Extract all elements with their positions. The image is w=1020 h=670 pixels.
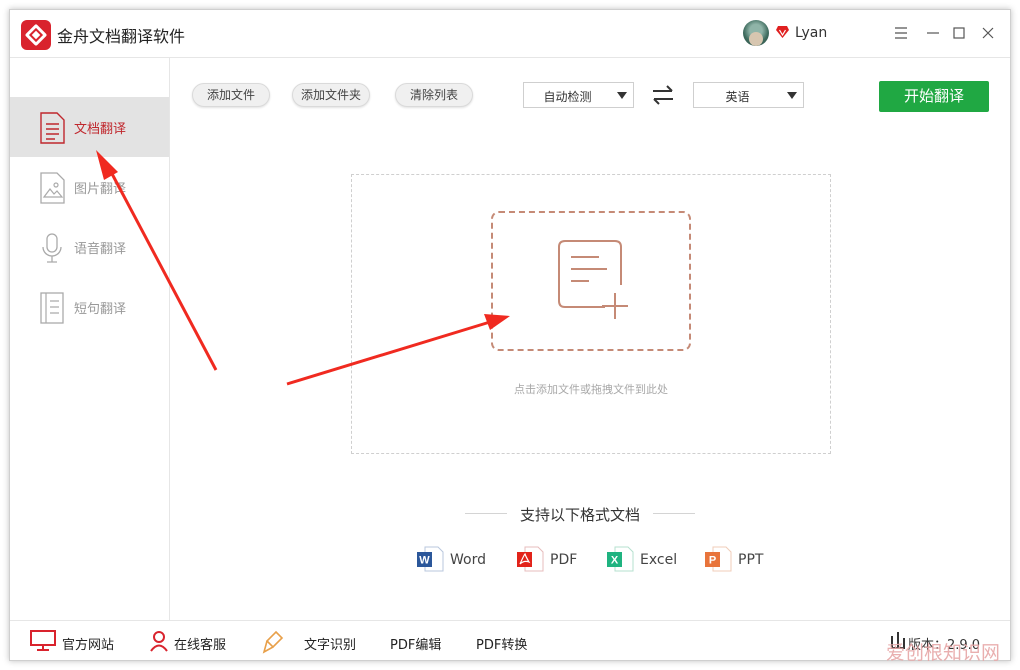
target-language-value: 英语 bbox=[725, 90, 750, 104]
ocr-brush-icon bbox=[262, 630, 284, 654]
app-logo-icon bbox=[21, 20, 51, 50]
sidebar-item-image-translate[interactable]: 图片翻译 bbox=[10, 157, 169, 217]
file-drop-zone[interactable]: 点击添加文件或拖拽文件到此处 bbox=[351, 174, 831, 454]
sentence-icon bbox=[40, 292, 64, 324]
microphone-icon bbox=[42, 233, 62, 263]
source-language-select[interactable]: 自动检测 bbox=[523, 82, 634, 108]
format-label: PDF bbox=[550, 552, 578, 568]
sidebar-item-sentence-translate[interactable]: 短句翻译 bbox=[10, 277, 169, 337]
footer-label: 文字识别 bbox=[304, 638, 357, 653]
sidebar-item-voice-translate[interactable]: 语音翻译 bbox=[10, 217, 169, 277]
svg-text:X: X bbox=[611, 555, 619, 567]
drop-hint-text: 点击添加文件或拖拽文件到此处 bbox=[514, 383, 668, 396]
sidebar-item-label: 图片翻译 bbox=[74, 182, 127, 197]
source-language-value: 自动检测 bbox=[543, 90, 592, 104]
svg-text:W: W bbox=[419, 555, 430, 567]
supported-formats-label: 支持以下格式文档 bbox=[519, 506, 640, 524]
user-avatar[interactable] bbox=[743, 20, 769, 46]
ppt-icon: P bbox=[705, 546, 732, 572]
minimize-icon[interactable] bbox=[922, 22, 944, 44]
chevron-down-icon bbox=[787, 92, 797, 99]
supported-formats-title: 支持以下格式文档 bbox=[465, 503, 695, 524]
svg-text:P: P bbox=[709, 555, 716, 567]
app-title: 金舟文档翻译软件 bbox=[57, 27, 186, 46]
start-translate-button[interactable]: 开始翻译 bbox=[879, 81, 989, 112]
sidebar: 文档翻译 图片翻译 语音翻译 短句翻译 bbox=[10, 58, 170, 620]
format-label: PPT bbox=[738, 552, 764, 568]
chevron-down-icon bbox=[617, 92, 627, 99]
sidebar-item-label: 短句翻译 bbox=[74, 302, 127, 317]
pdf-icon bbox=[517, 546, 544, 572]
add-folder-button[interactable]: 添加文件夹 bbox=[292, 83, 370, 107]
excel-icon: X bbox=[607, 546, 634, 572]
word-icon: W bbox=[417, 546, 444, 572]
add-file-button[interactable]: 添加文件 bbox=[192, 83, 270, 107]
format-label: Word bbox=[450, 552, 486, 568]
document-icon bbox=[40, 112, 65, 144]
swap-languages-icon[interactable] bbox=[651, 84, 675, 106]
title-bar: 金舟文档翻译软件 Lyan bbox=[10, 10, 1010, 58]
monitor-icon bbox=[30, 630, 56, 651]
divider bbox=[653, 513, 695, 514]
footer-label: 官方网站 bbox=[62, 638, 115, 653]
add-document-icon bbox=[558, 240, 628, 319]
format-label: Excel bbox=[640, 552, 678, 568]
vip-diamond-icon bbox=[776, 26, 789, 38]
footer-label: 在线客服 bbox=[174, 638, 227, 653]
footer-label: PDF转换 bbox=[476, 638, 528, 653]
menu-icon[interactable] bbox=[890, 22, 912, 44]
footer-bar: 官方网站 在线客服 文字识别 PDF编辑 PDF转换 版本：2.9.0 bbox=[10, 620, 1010, 660]
sidebar-item-document-translate[interactable]: 文档翻译 bbox=[10, 97, 169, 157]
watermark-text: 爱创根知识网 bbox=[886, 642, 1001, 664]
user-name[interactable]: Lyan bbox=[795, 25, 827, 41]
close-icon[interactable] bbox=[977, 22, 999, 44]
add-file-target[interactable] bbox=[491, 211, 691, 351]
target-language-select[interactable]: 英语 bbox=[693, 82, 804, 108]
app-window: 金舟文档翻译软件 Lyan 文档翻译 图片翻译 语音翻译 短句翻译 添加文件 添… bbox=[9, 9, 1011, 661]
image-icon bbox=[40, 172, 65, 204]
sidebar-item-label: 语音翻译 bbox=[74, 242, 127, 257]
customer-service-icon bbox=[150, 631, 168, 652]
maximize-icon[interactable] bbox=[948, 22, 970, 44]
footer-label: PDF编辑 bbox=[390, 638, 442, 653]
clear-list-button[interactable]: 清除列表 bbox=[395, 83, 473, 107]
sidebar-item-label: 文档翻译 bbox=[74, 122, 127, 137]
